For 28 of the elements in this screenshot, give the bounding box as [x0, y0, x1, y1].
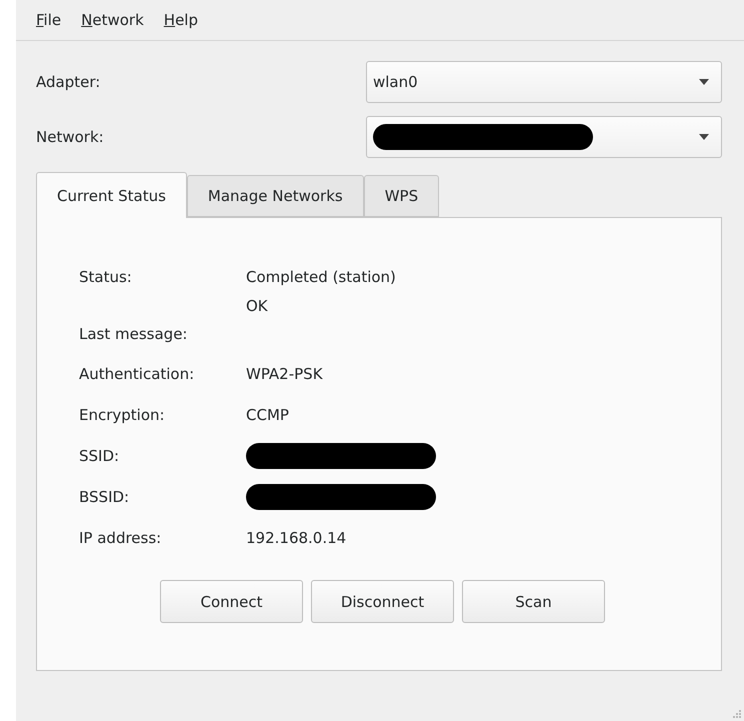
action-button[interactable]: Scan [462, 580, 605, 623]
status-label: BSSID: [79, 488, 130, 506]
status-value: CCMP [246, 406, 289, 424]
menu-item[interactable]: Network [73, 9, 152, 31]
field-label: Network: [36, 128, 104, 146]
tab[interactable]: Current Status [36, 172, 187, 218]
resize-grip-icon[interactable] [732, 709, 742, 719]
tab[interactable]: Manage Networks [186, 175, 364, 217]
status-value: OK [246, 297, 268, 315]
field-label: Adapter: [36, 73, 100, 91]
menu-item[interactable]: Help [156, 9, 206, 31]
action-button[interactable]: Disconnect [311, 580, 454, 623]
tab[interactable]: WPS [364, 175, 440, 217]
dropdown-arrow-icon [699, 134, 709, 140]
dropdown[interactable] [366, 116, 722, 158]
status-label: Encryption: [79, 406, 166, 424]
status-value: Completed (station) [246, 268, 396, 286]
status-label: Authentication: [79, 364, 196, 382]
dropdown-arrow-icon [699, 79, 709, 85]
status-value: 192.168.0.14 [246, 528, 346, 546]
menu-item[interactable]: File [28, 9, 70, 31]
status-label: IP address: [79, 528, 162, 546]
action-button[interactable]: Connect [160, 580, 303, 623]
status-label: SSID: [79, 446, 120, 464]
dropdown[interactable]: wlan0 [366, 61, 722, 103]
status-label: Status: [79, 268, 133, 286]
status-value: WPA2-PSK [246, 364, 323, 382]
status-label: Last message: [79, 325, 188, 343]
